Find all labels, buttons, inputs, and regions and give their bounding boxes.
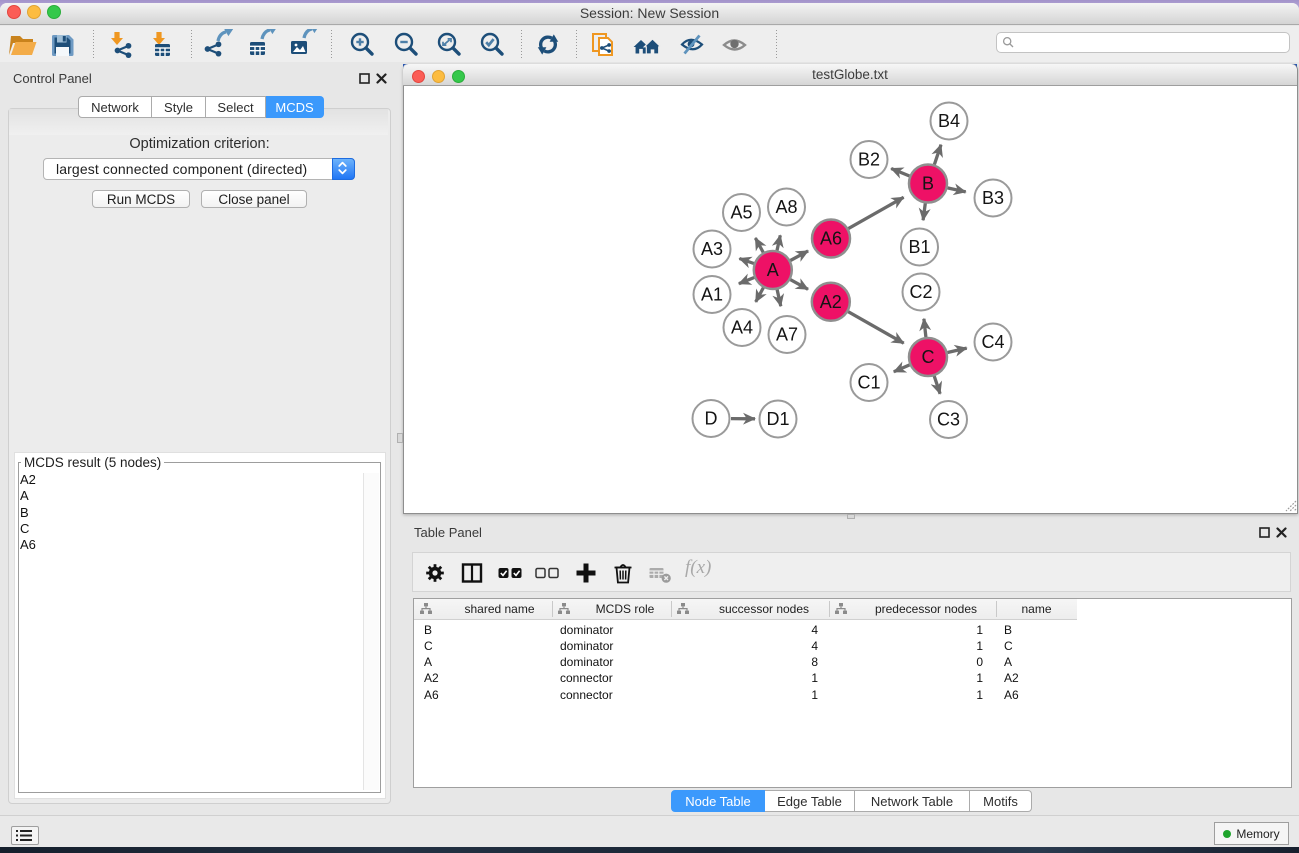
svg-text:A8: A8 xyxy=(775,197,797,217)
svg-text:D1: D1 xyxy=(766,409,789,429)
svg-text:B: B xyxy=(922,174,934,194)
svg-text:A2: A2 xyxy=(820,292,842,312)
svg-text:C: C xyxy=(922,347,935,367)
svg-text:B1: B1 xyxy=(908,237,930,257)
svg-text:B4: B4 xyxy=(938,111,960,131)
svg-text:C1: C1 xyxy=(857,373,880,393)
svg-text:A4: A4 xyxy=(731,318,753,338)
svg-text:C4: C4 xyxy=(981,332,1004,352)
svg-text:C3: C3 xyxy=(937,410,960,430)
svg-text:B2: B2 xyxy=(858,150,880,170)
svg-text:B3: B3 xyxy=(982,188,1004,208)
svg-text:A6: A6 xyxy=(820,229,842,249)
svg-text:A5: A5 xyxy=(730,203,752,223)
svg-text:D: D xyxy=(705,409,718,429)
svg-text:A1: A1 xyxy=(701,285,723,305)
svg-text:C2: C2 xyxy=(909,282,932,302)
svg-text:A: A xyxy=(767,260,779,280)
svg-text:A3: A3 xyxy=(701,239,723,259)
svg-text:A7: A7 xyxy=(776,325,798,345)
